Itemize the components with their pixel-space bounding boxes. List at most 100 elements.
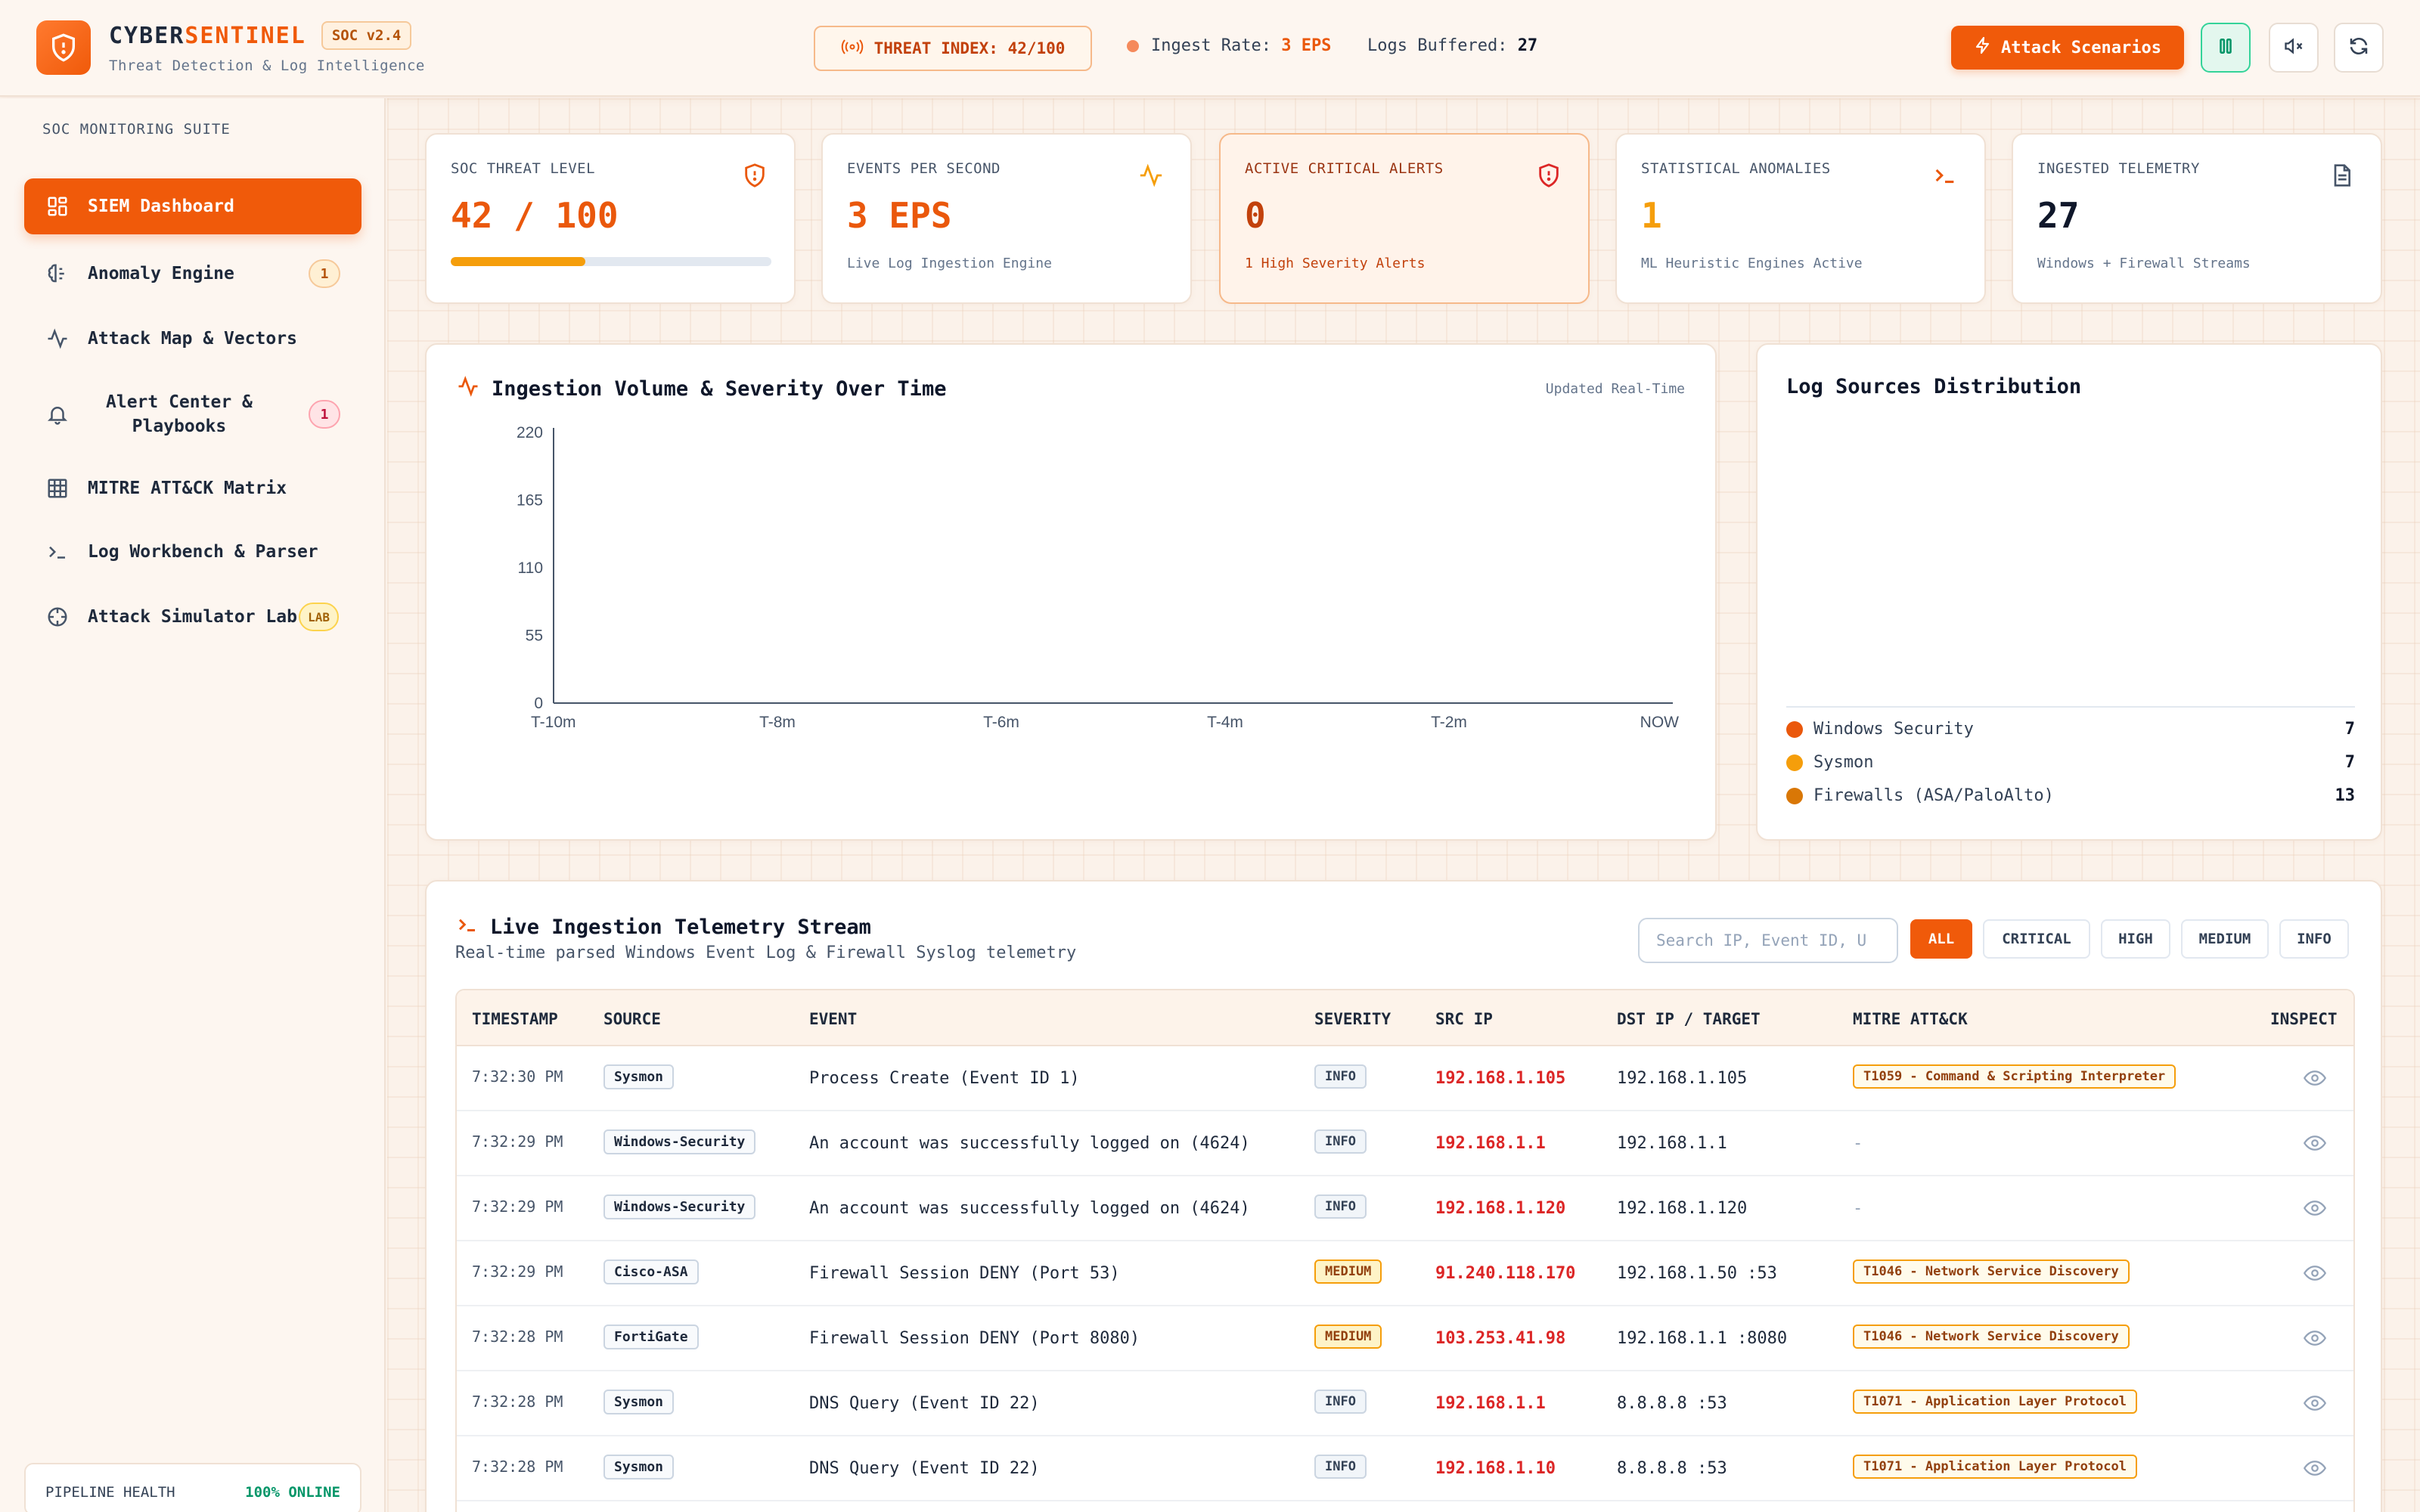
table-row[interactable]: 7:32:28 PM Sysmon DNS Query (Event ID 22) I… xyxy=(457,1436,2353,1501)
x-tick-label: T-2m xyxy=(1431,714,1467,731)
stat-label: EVENTS PER SECOND xyxy=(847,160,1001,177)
cell-dst-ip: 192.168.1.1 :8080 xyxy=(1617,1329,1788,1348)
cell-event: Firewall Session DENY (Port 53) xyxy=(809,1264,1120,1283)
severity-badge: MEDIUM xyxy=(1314,1259,1382,1284)
source-badge: FortiGate xyxy=(603,1325,699,1349)
stat-card-eps: EVENTS PER SECOND 3 EPS Live Log Ingesti… xyxy=(821,133,1192,304)
cell-event: Firewall Session DENY (Port 8080) xyxy=(809,1329,1140,1348)
table-row[interactable]: 7:32:29 PM Cisco-ASA Firewall Session DENY… xyxy=(457,1241,2353,1306)
table-row[interactable]: 7:32:28 PM FortiGate Firewall Session DENY… xyxy=(457,1306,2353,1371)
table-body: 7:32:30 PM Sysmon Process Create (Event ID… xyxy=(457,1046,2353,1501)
shield-alert-icon xyxy=(740,160,770,191)
stream-title: Live Ingestion Telemetry Stream xyxy=(490,916,871,939)
pipeline-health: PIPELINE HEALTH 100% ONLINE xyxy=(24,1463,361,1512)
sidebar: SOC MONITORING SUITE SIEM Dashboard Anom… xyxy=(0,98,386,1512)
cell-timestamp: 7:32:30 PM xyxy=(472,1067,563,1086)
sidebar-item-anomaly-engine[interactable]: Anomaly Engine 1 xyxy=(24,246,361,301)
column-header: INSPECT xyxy=(2270,1010,2338,1028)
sidebar-item-siem-dashboard[interactable]: SIEM Dashboard xyxy=(24,178,361,234)
y-tick-label: 220 xyxy=(517,424,543,442)
stat-subtext: ML Heuristic Engines Active xyxy=(1641,256,1863,271)
sidebar-item-mitre-matrix[interactable]: MITRE ATT&CK Matrix xyxy=(24,461,361,516)
sidebar-item-label: Alert Center & xyxy=(106,392,253,412)
cell-src-ip[interactable]: 91.240.118.170 xyxy=(1435,1264,1575,1283)
stat-subtext: 1 High Severity Alerts xyxy=(1245,256,1426,271)
eye-icon[interactable] xyxy=(2303,1134,2327,1152)
table-row[interactable]: 7:32:28 PM Sysmon DNS Query (Event ID 22) I… xyxy=(457,1371,2353,1436)
stat-value: 27 xyxy=(2037,195,2080,236)
terminal-icon xyxy=(45,540,70,564)
sidebar-item-label: MITRE ATT&CK Matrix xyxy=(88,479,287,498)
ingest-label: Ingest Rate: xyxy=(1151,36,1271,55)
sidebar-item-log-workbench[interactable]: Log Workbench & Parser xyxy=(24,525,361,579)
stat-label: SOC THREAT LEVEL xyxy=(451,160,596,177)
telemetry-table: TIMESTAMP SOURCE EVENT SEVERITY SRC IP D… xyxy=(455,989,2355,1512)
cell-src-ip[interactable]: 192.168.1.1 xyxy=(1435,1134,1546,1153)
stat-card-anomalies: STATISTICAL ANOMALIES 1 ML Heuristic Eng… xyxy=(1615,133,1986,304)
table-row[interactable]: 7:32:29 PM Windows-Security An account was… xyxy=(457,1176,2353,1241)
mitre-technique-badge[interactable]: T1071 - Application Layer Protocol xyxy=(1853,1455,2137,1479)
mitre-technique-badge[interactable]: T1059 - Command & Scripting Interpreter xyxy=(1853,1064,2176,1089)
pipeline-status: 100% ONLINE xyxy=(245,1484,340,1501)
eye-icon[interactable] xyxy=(2303,1394,2327,1412)
filter-info-button[interactable]: INFO xyxy=(2279,919,2349,959)
table-row[interactable]: 7:32:30 PM Sysmon Process Create (Event ID… xyxy=(457,1046,2353,1111)
filter-critical-button[interactable]: CRITICAL xyxy=(1983,919,2090,959)
sidebar-item-attack-map[interactable]: Attack Map & Vectors xyxy=(24,311,361,366)
distribution-title: Log Sources Distribution xyxy=(1786,375,2082,398)
eye-icon[interactable] xyxy=(2303,1459,2327,1477)
eye-icon[interactable] xyxy=(2303,1264,2327,1282)
sidebar-item-attack-simulator[interactable]: Attack Simulator Lab LAB xyxy=(24,590,361,644)
filter-high-button[interactable]: HIGH xyxy=(2101,919,2170,959)
stat-value: 1 xyxy=(1641,195,1662,236)
cell-dst-ip: 192.168.1.1 xyxy=(1617,1134,1727,1153)
version-badge: SOC v2.4 xyxy=(321,21,412,50)
cell-src-ip[interactable]: 192.168.1.120 xyxy=(1435,1199,1565,1218)
mute-button[interactable] xyxy=(2269,23,2319,73)
pause-button[interactable] xyxy=(2201,23,2251,73)
zap-icon xyxy=(1974,36,1992,60)
cell-timestamp: 7:32:28 PM xyxy=(472,1328,563,1346)
sidebar-item-label: Log Workbench & Parser xyxy=(88,542,318,562)
mitre-empty: - xyxy=(1853,1134,1863,1153)
eye-icon[interactable] xyxy=(2303,1329,2327,1347)
x-tick-label: T-8m xyxy=(759,714,796,731)
filter-medium-button[interactable]: MEDIUM xyxy=(2181,919,2269,959)
cell-src-ip[interactable]: 192.168.1.1 xyxy=(1435,1394,1546,1413)
y-tick-label: 0 xyxy=(534,695,543,712)
table-row[interactable]: 7:32:29 PM Windows-Security An account was… xyxy=(457,1111,2353,1176)
eye-icon[interactable] xyxy=(2303,1069,2327,1087)
cell-src-ip[interactable]: 192.168.1.105 xyxy=(1435,1069,1565,1088)
mitre-technique-badge[interactable]: T1046 - Network Service Discovery xyxy=(1853,1325,2130,1349)
threat-index-chip: THREAT INDEX: 42/100 xyxy=(814,26,1092,71)
ingest-value: 3 EPS xyxy=(1281,36,1332,55)
stat-value: 3 EPS xyxy=(847,195,952,236)
column-header: TIMESTAMP xyxy=(472,1010,558,1028)
attack-scenarios-button[interactable]: Attack Scenarios xyxy=(1951,26,2184,70)
cell-src-ip[interactable]: 192.168.1.10 xyxy=(1435,1459,1556,1478)
cell-src-ip[interactable]: 103.253.41.98 xyxy=(1435,1329,1565,1348)
search-input[interactable] xyxy=(1638,918,1898,963)
pulse-icon xyxy=(1136,160,1166,191)
app-subtitle: Threat Detection & Log Intelligence xyxy=(109,57,425,74)
source-badge: Windows-Security xyxy=(603,1194,756,1219)
stat-label: STATISTICAL ANOMALIES xyxy=(1641,160,1831,177)
progress-fill xyxy=(451,257,586,266)
mitre-technique-badge[interactable]: T1046 - Network Service Discovery xyxy=(1853,1259,2130,1284)
cell-event: DNS Query (Event ID 22) xyxy=(809,1459,1040,1478)
ingest-rate: Ingest Rate: 3 EPS xyxy=(1127,36,1331,55)
column-header: SRC IP xyxy=(1435,1010,1493,1028)
mitre-technique-badge[interactable]: T1071 - Application Layer Protocol xyxy=(1853,1390,2137,1414)
legend-item-firewalls: Firewalls (ASA/PaloAlto) 13 xyxy=(1786,786,2355,805)
legend-dot xyxy=(1786,787,1803,804)
legend-item-sysmon: Sysmon 7 xyxy=(1786,753,2355,772)
sidebar-item-alert-center[interactable]: Alert Center & Playbooks 1 xyxy=(24,378,361,451)
table-header: TIMESTAMP SOURCE EVENT SEVERITY SRC IP D… xyxy=(457,990,2353,1046)
eye-icon[interactable] xyxy=(2303,1199,2327,1217)
ingestion-chart: 0 55 110 165 220 T-10m T-8m T-6m T-4m T-2m NOW xyxy=(517,424,1679,731)
app-title: CYBERSENTINEL xyxy=(109,22,306,49)
filter-all-button[interactable]: ALL xyxy=(1910,919,1972,959)
cell-event: An account was successfully logged on (4… xyxy=(809,1134,1250,1153)
column-header: DST IP / TARGET xyxy=(1617,1010,1761,1028)
refresh-button[interactable] xyxy=(2334,23,2384,73)
